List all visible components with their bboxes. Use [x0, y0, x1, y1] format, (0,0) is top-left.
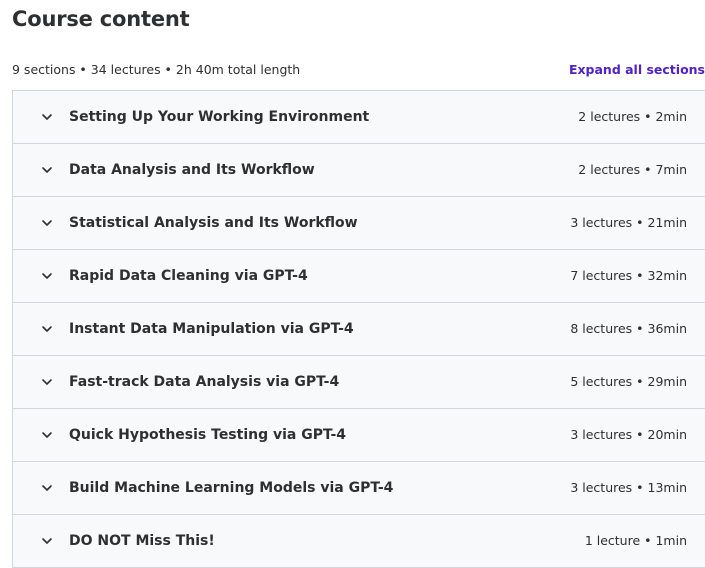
chevron-down-icon: [40, 428, 54, 442]
section-item[interactable]: Setting Up Your Working Environment 2 le…: [13, 91, 705, 144]
section-meta: 2 lectures • 7min: [578, 162, 687, 177]
section-title: Data Analysis and Its Workflow: [69, 162, 315, 178]
chevron-down-icon: [40, 481, 54, 495]
section-item[interactable]: Quick Hypothesis Testing via GPT-4 3 lec…: [13, 409, 705, 462]
section-title: Rapid Data Cleaning via GPT-4: [69, 268, 308, 284]
chevron-down-icon: [40, 216, 54, 230]
section-meta: 5 lectures • 29min: [570, 374, 687, 389]
section-title: Quick Hypothesis Testing via GPT-4: [69, 427, 347, 443]
summary-row: 9 sections • 34 lectures • 2h 40m total …: [12, 59, 705, 81]
course-content-panel: Course content 9 sections • 34 lectures …: [0, 0, 705, 568]
section-meta: 2 lectures • 2min: [578, 109, 687, 124]
chevron-down-icon: [40, 269, 54, 283]
course-summary: 9 sections • 34 lectures • 2h 40m total …: [12, 62, 301, 77]
chevron-down-icon: [40, 110, 54, 124]
chevron-down-icon: [40, 534, 54, 548]
section-item[interactable]: Data Analysis and Its Workflow 2 lecture…: [13, 144, 705, 197]
section-item[interactable]: Build Machine Learning Models via GPT-4 …: [13, 462, 705, 515]
page-title: Course content: [12, 7, 190, 31]
section-title: Fast-track Data Analysis via GPT-4: [69, 374, 340, 390]
section-meta: 3 lectures • 20min: [570, 427, 687, 442]
section-meta: 1 lecture • 1min: [584, 533, 687, 548]
chevron-down-icon: [40, 163, 54, 177]
section-item[interactable]: Fast-track Data Analysis via GPT-4 5 lec…: [13, 356, 705, 409]
section-list: Setting Up Your Working Environment 2 le…: [12, 90, 705, 568]
expand-all-sections-button[interactable]: Expand all sections: [569, 59, 705, 81]
section-meta: 8 lectures • 36min: [570, 321, 687, 336]
chevron-down-icon: [40, 375, 54, 389]
section-title: Setting Up Your Working Environment: [69, 109, 370, 125]
section-meta: 7 lectures • 32min: [570, 268, 687, 283]
section-item[interactable]: DO NOT Miss This! 1 lecture • 1min: [13, 515, 705, 568]
section-item[interactable]: Statistical Analysis and Its Workflow 3 …: [13, 197, 705, 250]
section-item[interactable]: Instant Data Manipulation via GPT-4 8 le…: [13, 303, 705, 356]
section-title: Statistical Analysis and Its Workflow: [69, 215, 358, 231]
section-title: Build Machine Learning Models via GPT-4: [69, 480, 394, 496]
section-title: DO NOT Miss This!: [69, 533, 215, 549]
section-item[interactable]: Rapid Data Cleaning via GPT-4 7 lectures…: [13, 250, 705, 303]
section-meta: 3 lectures • 21min: [570, 215, 687, 230]
section-meta: 3 lectures • 13min: [570, 480, 687, 495]
section-title: Instant Data Manipulation via GPT-4: [69, 321, 354, 337]
chevron-down-icon: [40, 322, 54, 336]
